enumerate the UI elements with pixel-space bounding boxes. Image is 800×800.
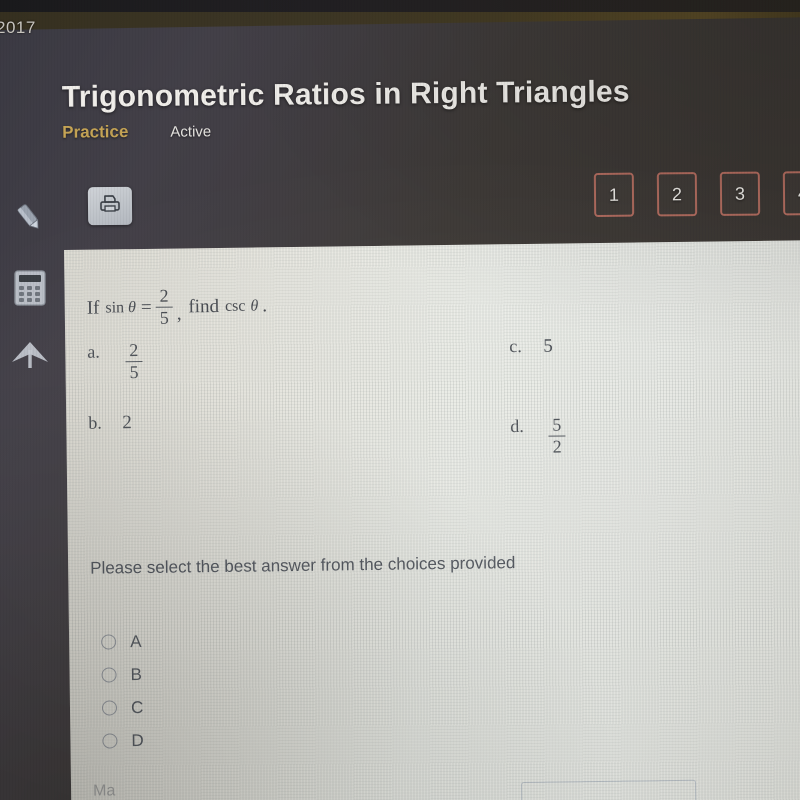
choice-a[interactable]: a. 2 5 bbox=[87, 340, 147, 383]
choice-b-value: 2 bbox=[122, 412, 132, 434]
choice-a-denominator: 5 bbox=[129, 362, 139, 383]
choice-d-numerator: 5 bbox=[552, 414, 562, 435]
radio-circle-c[interactable] bbox=[101, 700, 118, 716]
stem-fraction-denominator: 5 bbox=[159, 307, 169, 329]
radio-label-b: B bbox=[130, 664, 143, 684]
printer-icon bbox=[98, 192, 122, 219]
footer-input-box[interactable] bbox=[521, 779, 697, 800]
question-number-nav: 1 2 3 4 bbox=[593, 171, 800, 217]
footer-partial-text: Ma bbox=[92, 782, 116, 800]
stem-equals: = bbox=[140, 296, 152, 318]
page-title: Trigonometric Ratios in Right Triangles bbox=[61, 75, 630, 114]
choice-b[interactable]: b. 2 bbox=[88, 412, 132, 435]
screen-photo: 2017 Trigonometric Ratios in Right Trian… bbox=[0, 0, 800, 800]
stem-period: . bbox=[262, 294, 268, 316]
choice-d-denominator: 2 bbox=[552, 436, 562, 457]
up-arrow-icon[interactable] bbox=[4, 328, 56, 380]
choice-c[interactable]: c. 5 bbox=[509, 336, 553, 359]
browser-tab-partial-label[interactable]: 2017 bbox=[0, 18, 36, 38]
highlighter-icon[interactable] bbox=[4, 192, 56, 244]
question-card: If sin θ = 2 5 , find csc θ . a. 2 5 b. … bbox=[64, 240, 800, 800]
radio-option-d[interactable]: D bbox=[102, 724, 144, 758]
calculator-icon[interactable] bbox=[4, 262, 56, 314]
stem-theta-2: θ bbox=[250, 297, 259, 315]
choice-a-numerator: 2 bbox=[129, 340, 139, 361]
stem-comma: , bbox=[176, 303, 182, 325]
choice-a-value: 2 5 bbox=[125, 340, 143, 383]
radio-label-c: C bbox=[130, 697, 144, 717]
radio-label-a: A bbox=[130, 631, 142, 651]
question-number-3[interactable]: 3 bbox=[719, 171, 761, 216]
question-stem: If sin θ = 2 5 , find csc θ . bbox=[86, 285, 268, 329]
tab-active[interactable]: Active bbox=[170, 123, 211, 140]
stem-sin-function: sin bbox=[105, 298, 125, 317]
stem-csc-function: csc bbox=[224, 297, 246, 315]
stem-fraction: 2 5 bbox=[155, 285, 173, 329]
choice-d-label: d. bbox=[510, 415, 524, 437]
tab-practice[interactable]: Practice bbox=[62, 122, 128, 143]
choice-b-label: b. bbox=[88, 412, 102, 433]
radio-label-d: D bbox=[131, 730, 144, 750]
stem-prefix: If bbox=[86, 297, 100, 319]
radio-circle-b[interactable] bbox=[101, 667, 117, 683]
answer-radio-group: A B C D bbox=[101, 625, 144, 758]
browser-window-edge bbox=[0, 0, 800, 12]
radio-option-b[interactable]: B bbox=[101, 658, 143, 692]
radio-circle-d[interactable] bbox=[102, 733, 118, 749]
stem-theta-1: θ bbox=[127, 298, 137, 316]
radio-option-a[interactable]: A bbox=[101, 625, 143, 659]
choice-c-label: c. bbox=[509, 336, 522, 357]
choice-d[interactable]: d. 5 2 bbox=[510, 415, 570, 457]
tool-rail bbox=[0, 40, 64, 800]
question-number-1[interactable]: 1 bbox=[593, 172, 635, 217]
choice-c-value: 5 bbox=[543, 335, 553, 357]
question-number-2[interactable]: 2 bbox=[656, 172, 698, 217]
stem-fraction-numerator: 2 bbox=[159, 285, 169, 306]
choice-a-label: a. bbox=[87, 341, 100, 362]
page-header: Trigonometric Ratios in Right Triangles … bbox=[62, 75, 630, 142]
stem-verb: find bbox=[188, 295, 220, 317]
radio-circle-a[interactable] bbox=[101, 634, 117, 650]
print-button[interactable] bbox=[87, 186, 133, 226]
question-number-4[interactable]: 4 bbox=[782, 171, 800, 216]
radio-option-c[interactable]: C bbox=[101, 691, 144, 725]
choice-d-value: 5 2 bbox=[548, 414, 566, 457]
instruction-text: Please select the best answer from the c… bbox=[90, 553, 516, 578]
